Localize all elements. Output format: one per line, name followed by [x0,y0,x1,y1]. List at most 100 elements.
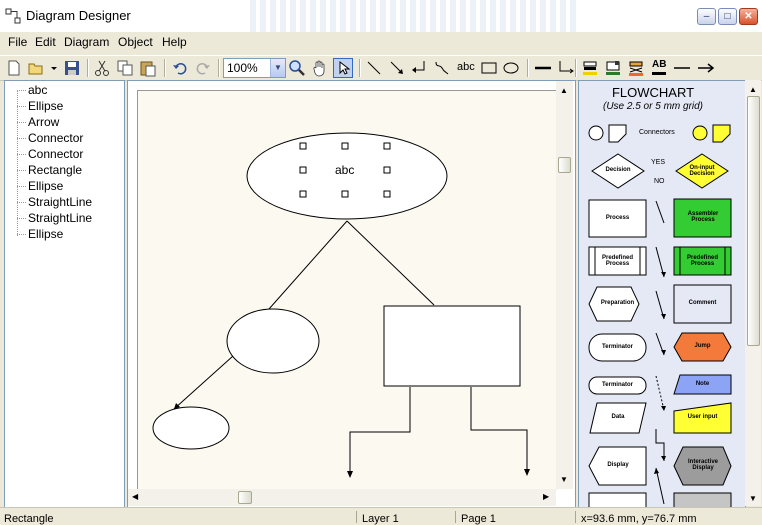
scroll-up-icon[interactable]: ▲ [749,85,757,94]
cut-icon[interactable] [93,59,111,77]
rectangle-shape[interactable] [383,305,521,387]
scroll-down-icon[interactable]: ▼ [560,475,568,484]
close-button[interactable]: ✕ [739,8,758,25]
data-label[interactable]: Data [590,414,646,420]
tree-item-rectangle[interactable]: Rectangle [28,163,82,177]
toolbar-separator [575,59,577,77]
status-separator [356,511,357,523]
display-label[interactable]: Display [593,462,643,468]
tree-item-abc[interactable]: abc [28,83,47,97]
preparation-label[interactable]: Preparation [589,300,646,306]
canvas-horizontal-scrollbar[interactable]: ◀ ▶ [128,489,556,506]
zoom-select[interactable]: 100% ▼ [223,58,286,78]
palette-scrollbar[interactable]: ▲ ▼ [745,80,761,506]
connector-line [349,387,411,475]
decision-label[interactable]: Decision [594,167,642,173]
selection-handle [299,190,307,198]
tree-item-ellipse[interactable]: Ellipse [28,227,63,241]
arrow-tool-icon[interactable] [388,59,406,77]
minimize-button[interactable]: – [697,8,716,25]
on-input-decision-label[interactable]: On-input Decision [683,165,721,177]
connector-arrowhead [347,471,353,478]
status-object: Rectangle [4,513,54,525]
scroll-thumb[interactable] [747,96,760,346]
palette-shapes [588,124,732,507]
flowchart-palette: FLOWCHART (Use 2.5 or 5 mm grid) Connect… [578,80,746,508]
tree-tick [17,170,26,171]
user-input-label[interactable]: User input [674,414,731,420]
comment-label[interactable]: Comment [674,300,731,306]
note-label[interactable]: Note [674,381,731,387]
predefined-process-label[interactable]: Predefined Process [595,255,640,267]
scroll-thumb[interactable] [238,491,252,504]
paste-icon[interactable] [139,59,157,77]
menu-diagram[interactable]: Diagram [64,35,109,49]
open-dropdown-icon[interactable] [45,59,57,77]
tree-item-ellipse[interactable]: Ellipse [28,99,63,113]
undo-icon[interactable] [171,59,189,77]
interactive-display-label[interactable]: Interactive Display [679,459,727,471]
zoom-icon[interactable] [288,59,306,77]
maximize-button[interactable]: □ [718,8,737,25]
scroll-left-icon[interactable]: ◀ [132,492,138,501]
tree-tick [17,186,26,187]
ellipse-tool-icon[interactable] [502,59,520,77]
predefined-process-green-label[interactable]: Predefined Process [680,255,725,267]
terminator-label[interactable]: Terminator [589,344,646,350]
text-tool-button[interactable]: abc [457,61,475,73]
terminator-small-label[interactable]: Terminator [589,382,646,388]
line-color-icon[interactable] [604,59,622,77]
redo-icon [194,59,212,77]
title-bar: Diagram Designer – □ ✕ [0,0,762,33]
fill-color-icon[interactable] [581,59,599,77]
tree-item-connector[interactable]: Connector [28,131,83,145]
app-icon [5,8,21,24]
tree-item-ellipse[interactable]: Ellipse [28,179,63,193]
canvas-vertical-scrollbar[interactable]: ▲ ▼ [556,81,573,489]
select-pointer-icon[interactable] [333,58,353,78]
assembler-process-label[interactable]: Assembler Process [677,211,729,223]
line-end-none-icon[interactable] [673,59,691,77]
tree-item-arrow[interactable]: Arrow [28,115,59,129]
status-separator [575,511,576,523]
tree-item-connector[interactable]: Connector [28,147,83,161]
tree-item-straightline[interactable]: StraightLine [28,211,92,225]
line-tool-icon[interactable] [365,59,383,77]
menu-help[interactable]: Help [162,35,187,49]
diagram-page[interactable]: abc [137,90,558,491]
rectangle-tool-icon[interactable] [480,59,498,77]
menu-object[interactable]: Object [118,35,153,49]
font-color-icon[interactable]: AB [650,59,668,77]
menu-edit[interactable]: Edit [35,35,56,49]
jump-label[interactable]: Jump [674,343,731,349]
open-folder-icon[interactable] [27,59,45,77]
diagram-drawing [152,132,530,478]
ellipse-shape[interactable] [226,308,320,374]
scroll-up-icon[interactable]: ▲ [560,86,568,95]
chevron-down-icon[interactable]: ▼ [270,59,285,77]
connector-tool-icon[interactable] [410,59,428,77]
selection-handle [299,166,307,174]
new-file-icon[interactable] [5,59,23,77]
straight-line [346,220,435,306]
scroll-right-icon[interactable]: ▶ [543,492,549,501]
ellipse-shape[interactable] [152,406,230,450]
tree-tick [17,202,26,203]
menu-file[interactable]: File [8,35,27,49]
scroll-down-icon[interactable]: ▼ [749,494,757,503]
copy-icon[interactable] [116,59,134,77]
line-style-icon[interactable] [557,59,575,77]
tree-tick [17,218,26,219]
shadow-color-icon[interactable] [627,59,645,77]
save-icon[interactable] [63,59,81,77]
line-width-icon[interactable] [534,59,552,77]
tree-item-straightline[interactable]: StraightLine [28,195,92,209]
scroll-thumb[interactable] [558,157,571,173]
diagram-canvas[interactable]: abc ▲ ▼ ◀ ▶ [127,80,576,508]
curve-tool-icon[interactable] [433,59,451,77]
tree-tick [17,234,26,235]
process-label[interactable]: Process [589,215,646,221]
hand-pan-icon[interactable] [311,59,329,77]
line-end-arrow-icon[interactable] [697,59,715,77]
offpage-connector-shape [608,124,627,143]
